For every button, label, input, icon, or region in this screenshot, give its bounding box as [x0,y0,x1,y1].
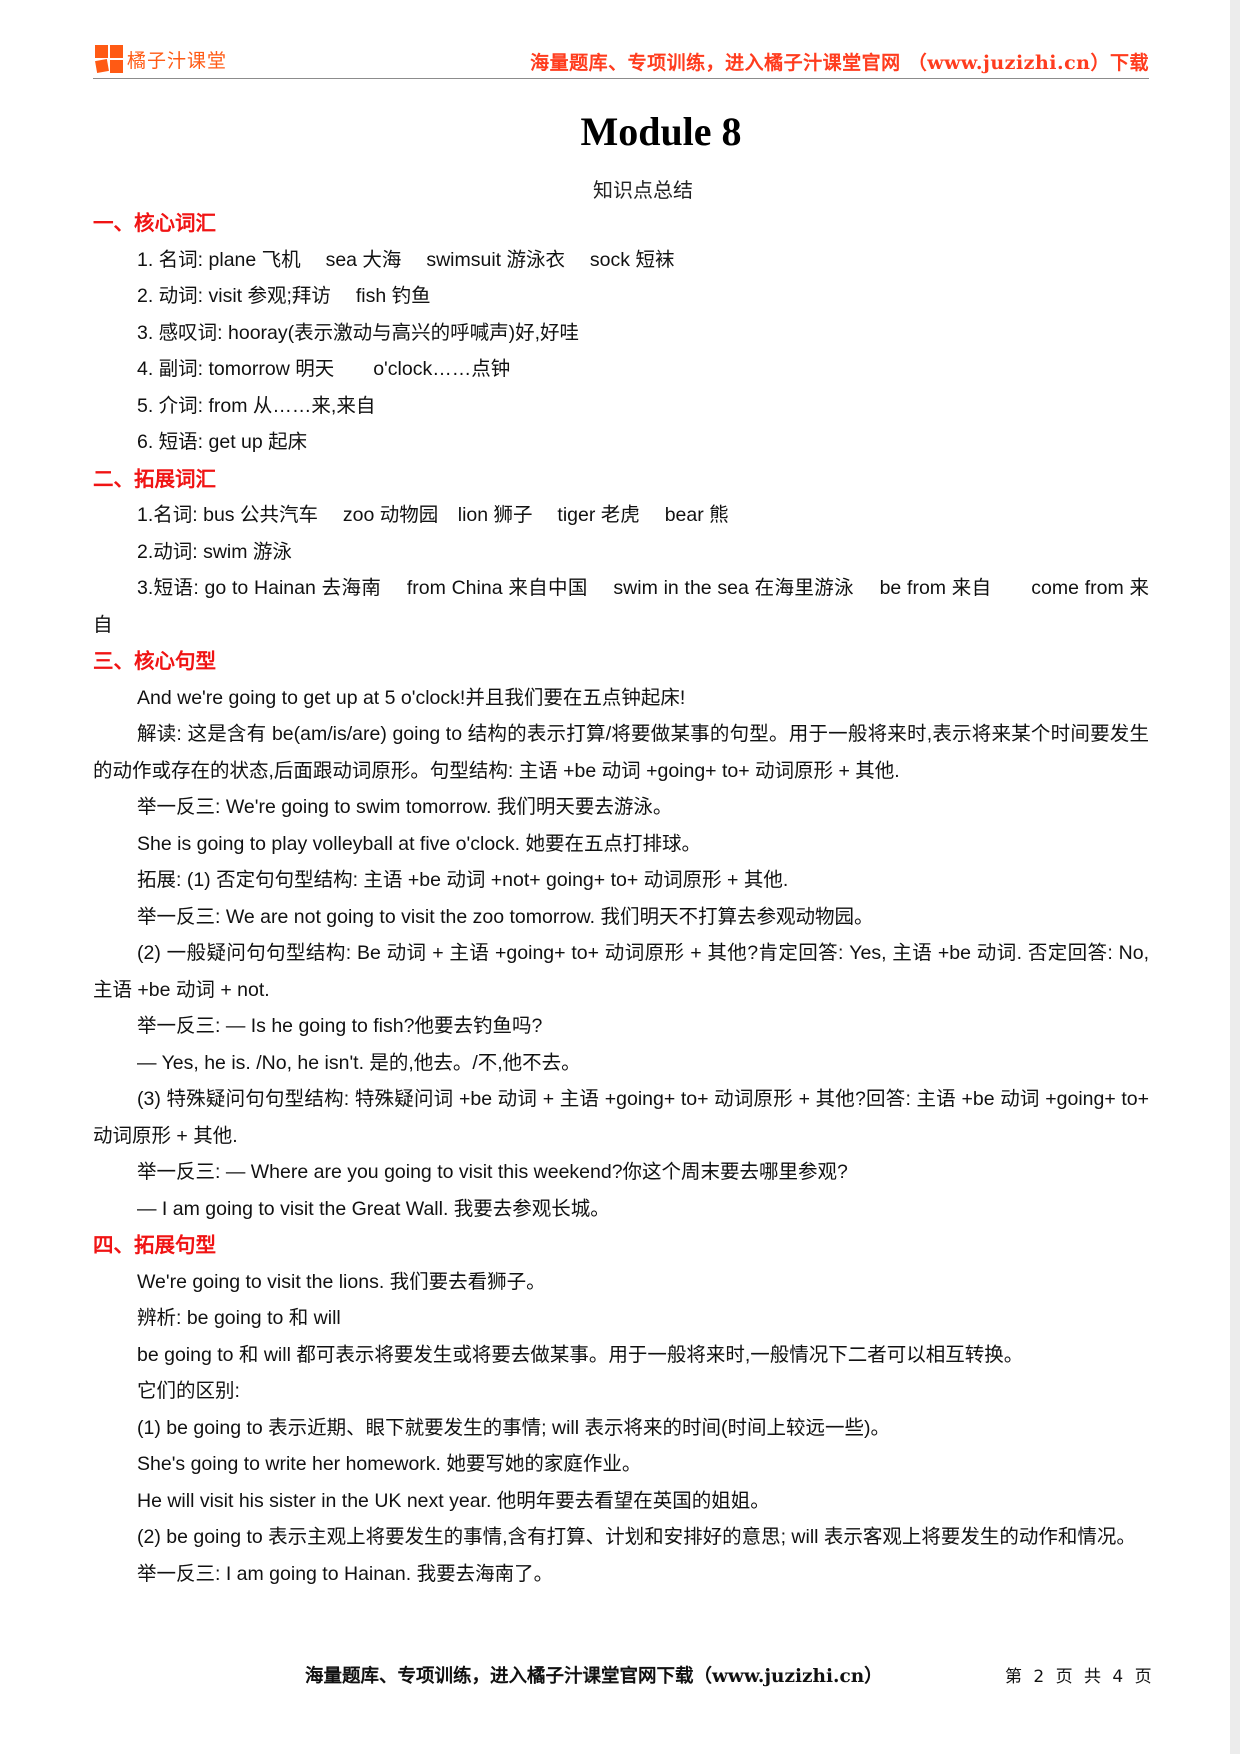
paragraph: 2. 动词: visit 参观;拜访 fish 钓鱼 [137,285,431,307]
paragraph: (3) 特殊疑问句句型结构: 特殊疑问词 +be 动词 + 主语 +going+… [93,1088,1149,1147]
paragraph: 1. 名词: plane 飞机 sea 大海 swimsuit 游泳衣 sock… [137,248,675,271]
paragraph: (2) 一般疑问句句型结构: Be 动词 + 主语 +going+ to+ 动词… [93,942,1149,1001]
logo-text: 橘子汁课堂 [127,49,228,72]
paragraph: 3. 感叹词: hooray(表示激动与高兴的呼喊声)好,好哇 [137,321,580,344]
paragraph: He will visit his sister in the UK next … [137,1489,770,1512]
paragraph: 举一反三: We are not going to visit the zoo … [137,905,874,928]
page-header: 橘子汁课堂 海量题库、专项训练，进入橘子汁课堂官网 （www.juzizhi.c… [93,42,1149,79]
section-extended-sentences: 四、拓展句型 We're going to visit the lions. 我… [93,1227,1149,1592]
paragraph: 4. 副词: tomorrow 明天 o'clock……点钟 [137,358,511,380]
paragraph: — I am going to visit the Great Wall. 我要… [137,1197,610,1220]
paragraph: be going to 和 will 都可表示将要发生或将要去做某事。用于一般将… [137,1343,1024,1366]
paragraph: (1) be going to 表示近期、眼下就要发生的事情; will 表示将… [137,1416,890,1439]
section-heading: 四、拓展句型 [93,1233,216,1257]
document-title: Module 8 [580,109,742,154]
header-slogan: 海量题库、专项训练，进入橘子汁课堂官网 （www.juzizhi.cn）下载 [530,52,1149,74]
paragraph: 它们的区别: [137,1380,240,1402]
footer-slogan: 海量题库、专项训练，进入橘子汁课堂官网下载（www.juzizhi.cn） [305,1666,883,1687]
paragraph: 6. 短语: get up 起床 [137,431,308,453]
section-core-sentences: 三、核心句型 And we're going to get up at 5 o'… [93,643,1149,1227]
paragraph: She's going to write her homework. 她要写她的… [137,1453,642,1475]
section-core-vocabulary: 一、核心词汇 1. 名词: plane 飞机 sea 大海 swimsuit 游… [93,205,1149,461]
paragraph: 举一反三: — Where are you going to visit thi… [137,1161,848,1183]
document-subtitle: 知识点总结 [593,178,693,202]
paragraph: 辨析: be going to 和 will [137,1307,341,1329]
paragraph: And we're going to get up at 5 o'clock!并… [137,686,686,709]
paragraph: 拓展: (1) 否定句句型结构: 主语 +be 动词 +not+ going+ … [137,869,789,891]
logo-squares-icon [95,45,123,73]
paragraph: 2.动词: swim 游泳 [137,540,292,563]
page-number: 第 2 页 共 4 页 [1005,1667,1152,1687]
paragraph: We're going to visit the lions. 我们要去看狮子。 [137,1270,546,1293]
paragraph: 1.名词: bus 公共汽车 zoo 动物园 lion 狮子 tiger 老虎 … [137,504,729,526]
paragraph: 3.短语: go to Hainan 去海南 from China 来自中国 s… [93,577,1149,636]
paragraph: 解读: 这是含有 be(am/is/are) going to 结构的表示打算/… [93,723,1149,782]
section-heading: 二、拓展词汇 [93,466,216,491]
logo: 橘子汁课堂 [95,45,227,73]
page-footer: 海量题库、专项训练，进入橘子汁课堂官网下载（www.juzizhi.cn） 第 … [0,1662,1240,1692]
paragraph: She is going to play volleyball at five … [137,832,702,855]
page-edge [1230,0,1240,1754]
paragraph: 举一反三: — Is he going to fish?他要去钓鱼吗? [137,1015,543,1037]
section-heading: 一、核心词汇 [93,211,216,235]
section-extended-vocabulary: 二、拓展词汇 1.名词: bus 公共汽车 zoo 动物园 lion 狮子 ti… [93,461,1149,644]
paragraph: — Yes, he is. /No, he isn't. 是的,他去。/不,他不… [137,1051,581,1074]
paragraph: 举一反三: I am going to Hainan. 我要去海南了。 [137,1562,554,1585]
paragraph: 举一反三: We're going to swim tomorrow. 我们明天… [137,796,673,818]
paragraph: 5. 介词: from 从……来,来自 [137,394,376,417]
section-heading: 三、核心句型 [93,649,216,673]
paragraph: (2) be going to 表示主观上将要发生的事情,含有打算、计划和安排好… [137,1526,1136,1548]
document-body: 一、核心词汇 1. 名词: plane 飞机 sea 大海 swimsuit 游… [93,205,1149,1592]
